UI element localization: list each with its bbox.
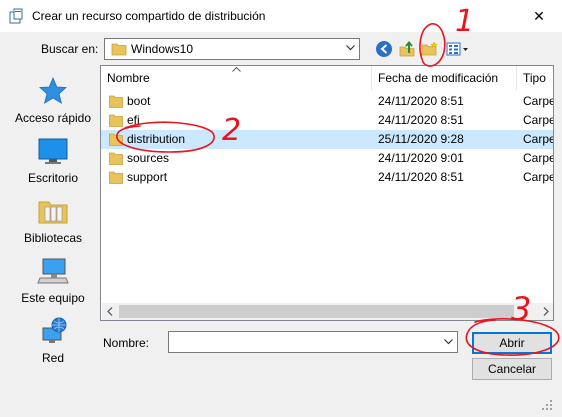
horizontal-scrollbar[interactable] <box>102 303 553 320</box>
look-in-value: Windows10 <box>131 42 194 56</box>
file-date: 24/11/2020 8:51 <box>378 113 464 127</box>
place-libraries[interactable]: Bibliotecas <box>8 196 98 245</box>
file-date: 24/11/2020 9:01 <box>378 151 464 165</box>
chevron-down-icon[interactable] <box>444 339 453 345</box>
file-name: efi <box>127 113 140 127</box>
sort-ascending-icon <box>232 67 241 72</box>
column-header-date[interactable]: Fecha de modificación <box>378 66 498 90</box>
file-date: 25/11/2020 9:28 <box>378 132 464 146</box>
list-item[interactable]: sources 24/11/2020 9:01 Carpe <box>101 149 553 168</box>
file-name-input[interactable] <box>168 331 458 353</box>
window-title: Crear un recurso compartido de distribuc… <box>32 9 266 23</box>
column-header-name[interactable]: Nombre <box>107 66 150 90</box>
chevron-down-icon <box>346 45 355 51</box>
file-name: sources <box>127 151 170 165</box>
places-bar: Acceso rápido Escritorio Bibliotecas Est… <box>8 66 98 398</box>
file-type: Carpe <box>523 94 554 108</box>
new-folder-icon <box>421 41 438 56</box>
resize-grip-icon[interactable] <box>540 398 554 412</box>
column-separator[interactable] <box>516 66 517 90</box>
file-name-label: Nombre: <box>103 336 150 350</box>
look-in-label: Buscar en: <box>41 42 99 56</box>
file-date: 24/11/2020 8:51 <box>378 170 464 184</box>
file-type: Carpe <box>523 113 554 127</box>
look-in-dropdown[interactable]: Windows10 <box>104 38 360 60</box>
title-bar: Crear un recurso compartido de distribuc… <box>0 0 562 32</box>
folder-icon <box>109 152 123 165</box>
window-app-icon <box>9 8 23 24</box>
desktop-icon <box>38 138 68 164</box>
place-quick-access[interactable]: Acceso rápido <box>8 76 98 125</box>
folder-icon <box>111 43 127 56</box>
place-label: Acceso rápido <box>14 111 92 125</box>
file-list[interactable]: Nombre Fecha de modificación Tipo boot 2… <box>100 65 554 321</box>
place-desktop[interactable]: Escritorio <box>8 136 98 185</box>
place-label: Bibliotecas <box>23 231 83 245</box>
place-this-pc[interactable]: Este equipo <box>8 256 98 305</box>
list-item[interactable]: support 24/11/2020 8:51 Carpe <box>101 168 553 187</box>
close-icon: ✕ <box>533 7 545 24</box>
libraries-icon <box>38 201 68 224</box>
file-name: support <box>127 170 168 184</box>
computer-icon <box>37 258 69 284</box>
close-button[interactable]: ✕ <box>516 0 562 32</box>
place-network[interactable]: Red <box>8 316 98 365</box>
list-item-selected[interactable]: distribution 25/11/2020 9:28 Carpe <box>101 130 553 149</box>
network-icon <box>42 317 67 343</box>
scroll-right-icon[interactable] <box>543 307 549 316</box>
folder-icon <box>109 133 123 146</box>
file-type: Carpe <box>523 132 554 146</box>
folder-icon <box>109 171 123 184</box>
file-type: Carpe <box>523 151 554 165</box>
file-name: boot <box>127 94 151 108</box>
folder-icon <box>109 114 123 127</box>
file-date: 24/11/2020 8:51 <box>378 94 464 108</box>
list-item[interactable]: efi 24/11/2020 8:51 Carpe <box>101 111 553 130</box>
up-folder-button[interactable] <box>398 40 418 60</box>
column-separator[interactable] <box>371 66 372 90</box>
file-name: distribution <box>127 132 186 146</box>
back-button[interactable] <box>375 40 395 60</box>
star-icon <box>39 76 67 104</box>
open-button[interactable]: Abrir <box>472 332 552 354</box>
place-label: Red <box>41 351 64 365</box>
list-item[interactable]: boot 24/11/2020 8:51 Carpe <box>101 92 553 111</box>
file-type: Carpe <box>523 170 554 184</box>
up-folder-icon <box>399 40 415 57</box>
folder-icon <box>109 95 123 108</box>
cancel-button[interactable]: Cancelar <box>472 358 552 380</box>
place-label: Este equipo <box>21 291 85 305</box>
scroll-left-icon[interactable] <box>107 307 113 316</box>
new-folder-button[interactable] <box>421 40 441 60</box>
scrollbar-thumb[interactable] <box>119 305 514 318</box>
back-arrow-icon <box>376 41 392 57</box>
view-menu-button[interactable] <box>446 40 470 60</box>
column-header-type[interactable]: Tipo <box>523 66 546 90</box>
place-label: Escritorio <box>27 171 78 185</box>
view-menu-icon <box>446 42 468 56</box>
